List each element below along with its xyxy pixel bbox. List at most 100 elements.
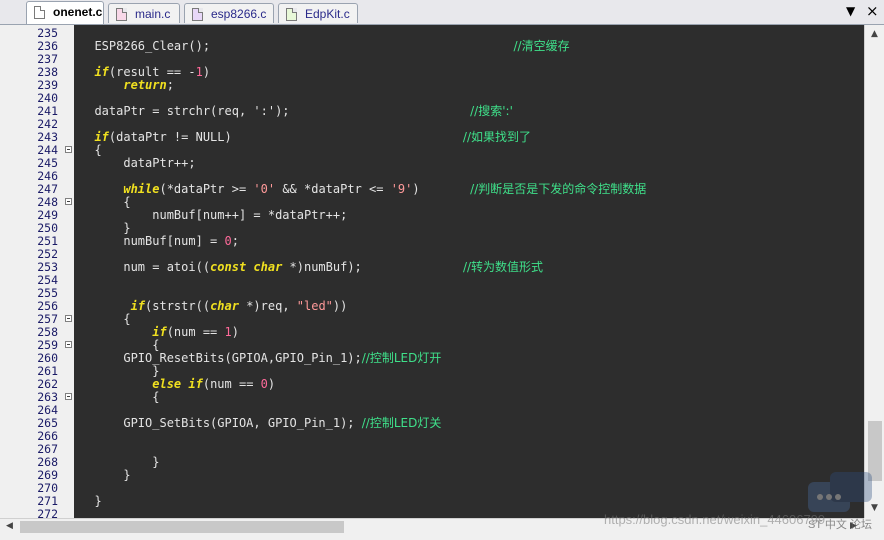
- fold-toggle-icon[interactable]: [65, 198, 72, 205]
- status-strip: [0, 534, 884, 540]
- code-lines: 235 236 ESP8266_Clear(); //清空缓存 237 238 if(…: [0, 27, 864, 519]
- tab-edpkit-c[interactable]: EdpKit.c: [278, 3, 358, 23]
- fold-toggle-icon[interactable]: [65, 146, 72, 153]
- string-token: '0': [253, 182, 276, 196]
- chat-bubble-icon: [808, 472, 872, 512]
- fold-toggle-icon[interactable]: [65, 393, 72, 400]
- code-line[interactable]: 239 return;: [0, 79, 864, 92]
- tab-label: main.c: [135, 7, 171, 21]
- horizontal-scroll-thumb[interactable]: [20, 521, 344, 533]
- code-text: GPIO_SetBits(GPIOA, GPIO_Pin_1); //控制LED…: [80, 417, 441, 430]
- keyword-token: char: [210, 299, 239, 313]
- comment-token: //判断是否是下发的命令控制数据: [470, 182, 647, 196]
- number-token: 0: [260, 377, 268, 391]
- number-token: 0: [224, 234, 232, 248]
- code-text: {: [80, 391, 159, 404]
- number-token: 1: [195, 65, 203, 79]
- code-text: }: [80, 494, 102, 508]
- code-line[interactable]: 263 {: [0, 391, 864, 404]
- code-line[interactable]: 271 }: [0, 495, 864, 508]
- c-file-icon: [34, 6, 45, 19]
- code-token: (strstr((: [145, 299, 211, 313]
- code-token: *)req,: [238, 299, 297, 313]
- comment-token: //如果找到了: [462, 130, 532, 144]
- comment-token: //控制LED灯关: [361, 416, 442, 430]
- tab-dropdown-button[interactable]: ▼: [846, 4, 855, 18]
- code-token: num = atoi((: [80, 260, 211, 274]
- code-text: dataPtr++;: [80, 156, 196, 170]
- tab-onenet-c[interactable]: onenet.c: [26, 1, 104, 24]
- code-line[interactable]: 236 ESP8266_Clear(); //清空缓存: [0, 40, 864, 53]
- code-token: {: [80, 195, 131, 209]
- code-line[interactable]: 243 if(dataPtr != NULL) //如果找到了: [0, 131, 864, 144]
- tab-main-c[interactable]: main.c: [108, 3, 180, 23]
- tab-esp8266-c[interactable]: esp8266.c: [184, 3, 274, 23]
- ime-indicator: ST 中文 论坛: [808, 519, 872, 531]
- code-token: }: [80, 494, 102, 508]
- code-line[interactable]: 253 num = atoi((const char *)numBuf); //…: [0, 261, 864, 274]
- code-token: ): [202, 65, 211, 79]
- code-token: (*dataPtr >=: [159, 182, 254, 196]
- keyword-token: if: [188, 377, 203, 391]
- code-token: numBuf[num] =: [80, 234, 225, 248]
- comment-token: //控制LED灯开: [361, 351, 442, 365]
- code-line[interactable]: 241 dataPtr = strchr(req, ':'); //搜索':': [0, 105, 864, 118]
- code-token: }: [80, 468, 131, 482]
- code-token: }: [80, 364, 160, 378]
- c-file-icon: [116, 8, 127, 21]
- code-text: numBuf[num] = 0;: [80, 235, 239, 248]
- code-text: num = atoi((const char *)numBuf); //转为数值…: [80, 261, 543, 274]
- code-line[interactable]: 269 }: [0, 469, 864, 482]
- c-file-icon: [286, 8, 297, 21]
- code-line[interactable]: 254: [0, 274, 864, 287]
- vertical-scrollbar[interactable]: ▲ ▼: [864, 25, 884, 518]
- code-token: {: [80, 338, 160, 352]
- string-token: "led": [296, 299, 333, 313]
- scroll-left-arrow-icon[interactable]: ◀: [6, 521, 13, 531]
- string-token: '9': [390, 182, 413, 196]
- fold-toggle-icon[interactable]: [65, 315, 72, 322]
- code-token: *)numBuf);: [282, 260, 463, 274]
- code-token: ;: [231, 234, 239, 248]
- code-token: dataPtr++;: [80, 156, 196, 170]
- keyword-token: const: [210, 260, 247, 274]
- code-line[interactable]: 266: [0, 430, 864, 443]
- keyword-token: return: [123, 78, 167, 92]
- code-token: }: [80, 221, 131, 235]
- code-line[interactable]: 270: [0, 482, 864, 495]
- code-text: ESP8266_Clear(); //清空缓存: [80, 39, 570, 53]
- code-token: dataPtr = strchr(req, ':');: [80, 104, 471, 118]
- code-line[interactable]: 265 GPIO_SetBits(GPIOA, GPIO_Pin_1); //控…: [0, 417, 864, 430]
- code-token: (dataPtr != NULL): [108, 130, 463, 144]
- code-token: && *dataPtr <=: [275, 182, 391, 196]
- code-token: ESP8266_Clear();: [80, 39, 514, 53]
- code-line[interactable]: 251 numBuf[num] = 0;: [0, 235, 864, 248]
- tab-label: esp8266.c: [211, 7, 267, 21]
- tab-label: EdpKit.c: [305, 7, 350, 21]
- close-tab-button[interactable]: ×: [866, 2, 879, 20]
- code-token: ): [267, 377, 276, 391]
- code-token: ;: [166, 78, 174, 92]
- code-token: {: [80, 390, 160, 404]
- code-token: )): [332, 299, 348, 313]
- blog-watermark: https://blog.csdn.net/weixin_44606799: [604, 512, 825, 527]
- code-token: {: [80, 312, 131, 326]
- comment-token: //清空缓存: [513, 39, 570, 53]
- keyword-token: else: [152, 377, 182, 391]
- fold-toggle-icon[interactable]: [65, 341, 72, 348]
- c-file-icon: [192, 8, 203, 21]
- code-token: (num ==: [166, 325, 225, 339]
- scroll-up-arrow-icon[interactable]: ▲: [871, 29, 878, 39]
- code-line[interactable]: 245 dataPtr++;: [0, 157, 864, 170]
- code-token: GPIO_ResetBits(GPIOA,GPIO_Pin_1);: [80, 351, 362, 365]
- code-token: (num ==: [202, 377, 261, 391]
- tab-bar: onenet.c main.c esp8266.c EdpKit.c ▼ ×: [0, 0, 884, 25]
- code-editor[interactable]: 235 236 ESP8266_Clear(); //清空缓存 237 238 if(…: [0, 25, 864, 518]
- keyword-token: if: [94, 65, 109, 79]
